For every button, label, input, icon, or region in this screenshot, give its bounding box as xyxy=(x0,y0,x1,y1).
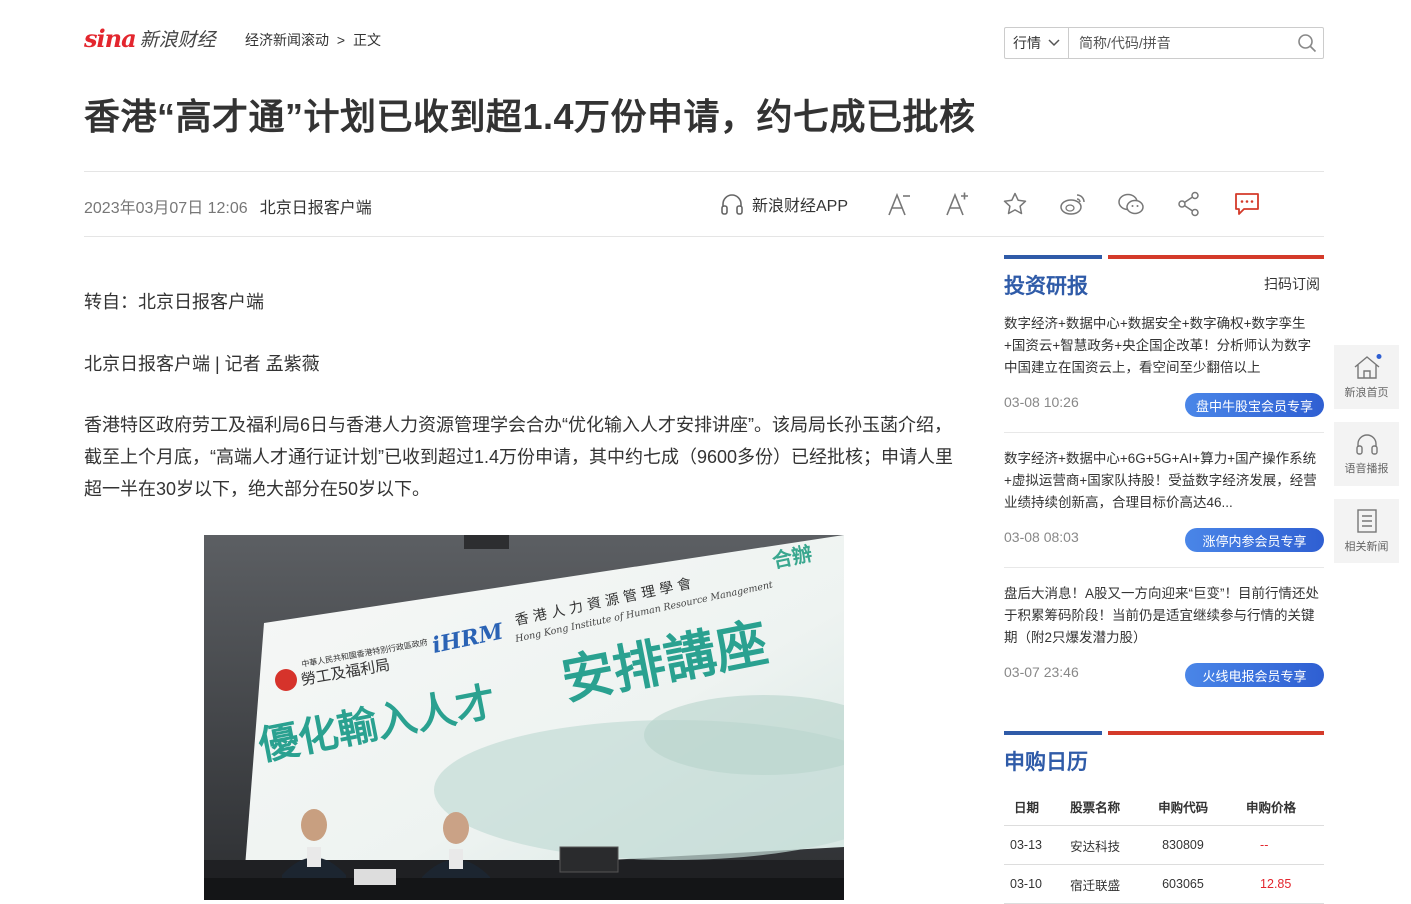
share-button[interactable] xyxy=(1160,191,1218,217)
sina-finance-logo[interactable]: sina 新浪财经 xyxy=(84,22,216,54)
research-item-3-tag-button[interactable]: 火线电报会员专享 xyxy=(1185,663,1324,687)
breadcrumb-current: 正文 xyxy=(352,32,381,48)
article-byline: 北京日报客户端 | 记者 孟紫薇 xyxy=(84,354,320,374)
column-header-name: 股票名称 xyxy=(1060,787,1149,826)
article-date: 2023年03月07日 12:06 xyxy=(84,200,248,217)
star-icon xyxy=(1003,192,1027,215)
headphones-icon xyxy=(721,194,743,215)
article-photo: iHRM 香 港 人 力 資 源 管 理 學 會 Hong Kong Insti… xyxy=(204,535,844,900)
divider xyxy=(1004,432,1324,433)
float-audio-button[interactable]: 语音播报 xyxy=(1334,422,1399,486)
font-increase-icon xyxy=(946,192,969,216)
article-paragraph: 香港特区政府劳工及福利局6日与香港人力资源管理学会合办“优化输入人才安排讲座”。… xyxy=(84,415,954,499)
ipo-code: 603065 xyxy=(1148,864,1237,904)
section-title-ipo: 申购日历 xyxy=(1004,751,1088,774)
chevron-down-icon xyxy=(1048,39,1060,47)
font-decrease-button[interactable] xyxy=(870,191,928,217)
weibo-icon xyxy=(1060,194,1085,215)
float-home-button[interactable]: 新浪首页 xyxy=(1334,345,1399,409)
float-related-label: 相关新闻 xyxy=(1344,541,1389,553)
search-type-select[interactable]: 行情 xyxy=(1005,28,1069,58)
breadcrumb: 经济新闻滚动 > 正文 xyxy=(245,30,385,50)
section-title-research: 投资研报 xyxy=(1004,275,1088,298)
research-item-2-tag-button[interactable]: 涨停内参会员专享 xyxy=(1185,528,1324,552)
favorite-button[interactable] xyxy=(986,191,1044,217)
search-icon xyxy=(1298,34,1317,53)
article-toolbar: 新浪财经APP xyxy=(718,186,1276,222)
divider xyxy=(1004,567,1324,568)
search-type-value: 行情 xyxy=(1013,35,1041,51)
search-button[interactable] xyxy=(1291,33,1323,53)
research-item-3-text[interactable]: 盘后大消息！A股又一方向迎来“巨变”！目前行情还处于积累筹码阶段！当前仍是适宜继… xyxy=(1004,583,1324,649)
research-item-1-tag-button[interactable]: 盘中牛股宝会员专享 xyxy=(1185,393,1324,417)
article-title: 香港“高才通”计划已收到超1.4万份申请，约七成已批核 xyxy=(84,96,976,137)
research-item-3-date: 03-07 23:46 xyxy=(1004,664,1079,680)
font-decrease-icon xyxy=(888,192,911,216)
section-bar xyxy=(1004,255,1324,259)
column-header-code: 申购代码 xyxy=(1148,787,1237,826)
research-item-2-date: 03-08 08:03 xyxy=(1004,529,1079,545)
table-row[interactable]: 03-10 宿迁联盛 603065 12.85 xyxy=(1004,864,1324,904)
wechat-icon xyxy=(1118,193,1144,215)
ipo-calendar-table: 日期 股票名称 申购代码 申购价格 03-13 安达科技 830809 -- 0… xyxy=(1004,787,1324,904)
article-meta: 2023年03月07日 12:06 北京日报客户端 xyxy=(84,194,372,218)
search-input[interactable] xyxy=(1069,28,1291,58)
breadcrumb-link-news[interactable]: 经济新闻滚动 xyxy=(245,32,329,48)
ipo-price: 12.85 xyxy=(1236,864,1324,904)
float-related-button[interactable]: 相关新闻 xyxy=(1334,499,1399,563)
research-item-1-text[interactable]: 数字经济+数据中心+数据安全+数字确权+数字孪生+国资云+智慧政务+央企国企改革… xyxy=(1004,313,1324,379)
article-source[interactable]: 北京日报客户端 xyxy=(260,200,372,217)
hksar-emblem xyxy=(275,669,297,691)
ipo-date: 03-13 xyxy=(1004,825,1061,865)
section-bar xyxy=(1004,731,1324,735)
home-icon xyxy=(1354,354,1381,379)
ipo-stock-name[interactable]: 安达科技 xyxy=(1060,825,1149,865)
table-row[interactable]: 03-13 安达科技 830809 -- xyxy=(1004,825,1324,865)
share-weibo-button[interactable] xyxy=(1044,192,1102,216)
font-increase-button[interactable] xyxy=(928,191,986,217)
divider xyxy=(84,236,1324,237)
ipo-code: 830809 xyxy=(1148,825,1237,865)
divider xyxy=(84,171,1324,172)
ipo-date: 03-10 xyxy=(1004,864,1061,904)
table-header-row: 日期 股票名称 申购代码 申购价格 xyxy=(1004,787,1324,826)
app-label: 新浪财经APP xyxy=(752,198,849,215)
ipo-stock-name[interactable]: 宿迁联盛 xyxy=(1060,864,1149,904)
float-home-label: 新浪首页 xyxy=(1344,387,1389,399)
scan-subscribe-link[interactable]: 扫码订阅 xyxy=(1264,274,1320,294)
share-wechat-button[interactable] xyxy=(1102,192,1160,216)
research-item-2-text[interactable]: 数字经济+数据中心+6G+5G+AI+算力+国产操作系统+虚拟运营商+国家队持股… xyxy=(1004,448,1324,514)
breadcrumb-separator: > xyxy=(336,32,346,48)
ipo-price: -- xyxy=(1236,825,1324,865)
float-audio-label: 语音播报 xyxy=(1344,463,1389,475)
comment-icon xyxy=(1235,193,1259,215)
research-item-1-date: 03-08 10:26 xyxy=(1004,394,1079,410)
sina-logo-mark: sina xyxy=(84,23,137,53)
list-icon xyxy=(1356,509,1377,533)
quote-search: 行情 xyxy=(1004,27,1324,59)
headphones-icon xyxy=(1355,434,1378,455)
logo-text: 新浪财经 xyxy=(139,29,216,51)
article-repost-source: 转自：北京日报客户端 xyxy=(84,292,264,312)
comment-button[interactable] xyxy=(1218,192,1276,216)
share-icon xyxy=(1178,191,1199,217)
column-header-price: 申购价格 xyxy=(1236,787,1324,826)
app-download-link[interactable]: 新浪财经APP xyxy=(718,190,848,218)
column-header-date: 日期 xyxy=(1004,787,1061,826)
